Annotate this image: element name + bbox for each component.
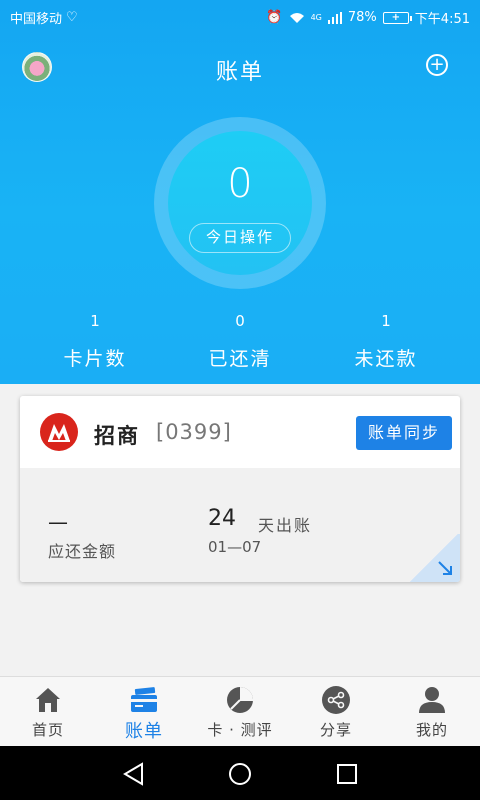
title-bar: 账单 + bbox=[0, 44, 480, 92]
stat-paid-off[interactable]: 0 已还清 bbox=[180, 312, 300, 371]
signal-icon bbox=[327, 11, 342, 24]
wifi-icon bbox=[289, 12, 304, 23]
share-icon bbox=[322, 686, 350, 714]
card-icon bbox=[131, 687, 157, 712]
home-icon bbox=[36, 688, 60, 712]
bill-sync-button[interactable]: 账单同步 bbox=[356, 416, 452, 450]
tab-label: 卡 · 测评 bbox=[207, 721, 273, 739]
clock-time: 下午4:51 bbox=[414, 12, 470, 27]
card-number: [0399] bbox=[156, 420, 232, 444]
today-ring: 0 今日操作 bbox=[154, 117, 326, 289]
amount-due-value: — bbox=[48, 510, 68, 534]
pie-chart-icon bbox=[227, 687, 253, 713]
stat-card-count[interactable]: 1 卡片数 bbox=[35, 312, 155, 371]
recents-icon[interactable] bbox=[333, 760, 361, 788]
tab-label: 分享 bbox=[319, 721, 352, 739]
home-button-icon[interactable] bbox=[226, 760, 254, 788]
tab-label: 我的 bbox=[415, 721, 448, 739]
tab-label: 账单 bbox=[125, 721, 163, 742]
arrow-down-right-icon bbox=[438, 561, 452, 575]
tab-home[interactable]: 首页 bbox=[0, 677, 96, 747]
status-bar: 中国移动 ♡ ⏰ 4G 78% + 下午4:51 bbox=[0, 0, 480, 32]
system-nav-bar bbox=[0, 746, 480, 800]
bill-card-body: — 应还金额 24 天出账 01—07 bbox=[20, 468, 460, 582]
bill-date: 01—07 bbox=[208, 538, 262, 556]
days-until-bill-label: 天出账 bbox=[258, 516, 313, 535]
stat-label: 卡片数 bbox=[63, 348, 127, 370]
alarm-icon: ⏰ bbox=[266, 10, 283, 25]
today-count: 0 bbox=[227, 161, 253, 207]
page-title: 账单 bbox=[215, 60, 264, 85]
tab-bill[interactable]: 账单 bbox=[96, 677, 192, 747]
bank-name: 招商 bbox=[94, 424, 140, 448]
bottom-tab-bar: 首页 账单 卡 · 测评 分享 我的 bbox=[0, 676, 480, 746]
bank-logo-icon bbox=[40, 413, 78, 451]
bill-card-header: 招商 [0399] 账单同步 bbox=[20, 396, 460, 468]
tab-share[interactable]: 分享 bbox=[288, 677, 384, 747]
stat-label: 已还清 bbox=[208, 348, 272, 370]
stat-value: 0 bbox=[235, 312, 245, 330]
tab-mine[interactable]: 我的 bbox=[384, 677, 480, 747]
header: 中国移动 ♡ ⏰ 4G 78% + 下午4:51 账单 + 0 今日操作 1 卡… bbox=[0, 0, 480, 384]
stat-value: 1 bbox=[90, 312, 100, 330]
amount-due-label: 应还金额 bbox=[48, 542, 117, 561]
stat-label: 未还款 bbox=[354, 348, 418, 370]
carrier-text: 中国移动 bbox=[10, 12, 63, 27]
battery-percent: 78% bbox=[347, 10, 377, 25]
battery-icon: + bbox=[382, 11, 412, 24]
today-ring-inner: 0 今日操作 bbox=[168, 131, 312, 275]
network-type: 4G bbox=[310, 13, 322, 22]
tab-label: 首页 bbox=[31, 721, 64, 739]
tab-card-review[interactable]: 卡 · 测评 bbox=[192, 677, 288, 747]
bill-card[interactable]: 招商 [0399] 账单同步 — 应还金额 24 天出账 01—07 bbox=[20, 396, 460, 582]
today-operation-button[interactable]: 今日操作 bbox=[189, 223, 291, 253]
person-icon bbox=[419, 687, 445, 713]
heart-icon: ♡ bbox=[66, 10, 78, 25]
back-icon[interactable] bbox=[120, 760, 148, 788]
expand-corner[interactable] bbox=[408, 534, 460, 582]
days-until-bill: 24 bbox=[208, 506, 236, 531]
add-icon[interactable]: + bbox=[426, 54, 448, 76]
stat-unpaid[interactable]: 1 未还款 bbox=[326, 312, 446, 371]
stat-value: 1 bbox=[381, 312, 391, 330]
